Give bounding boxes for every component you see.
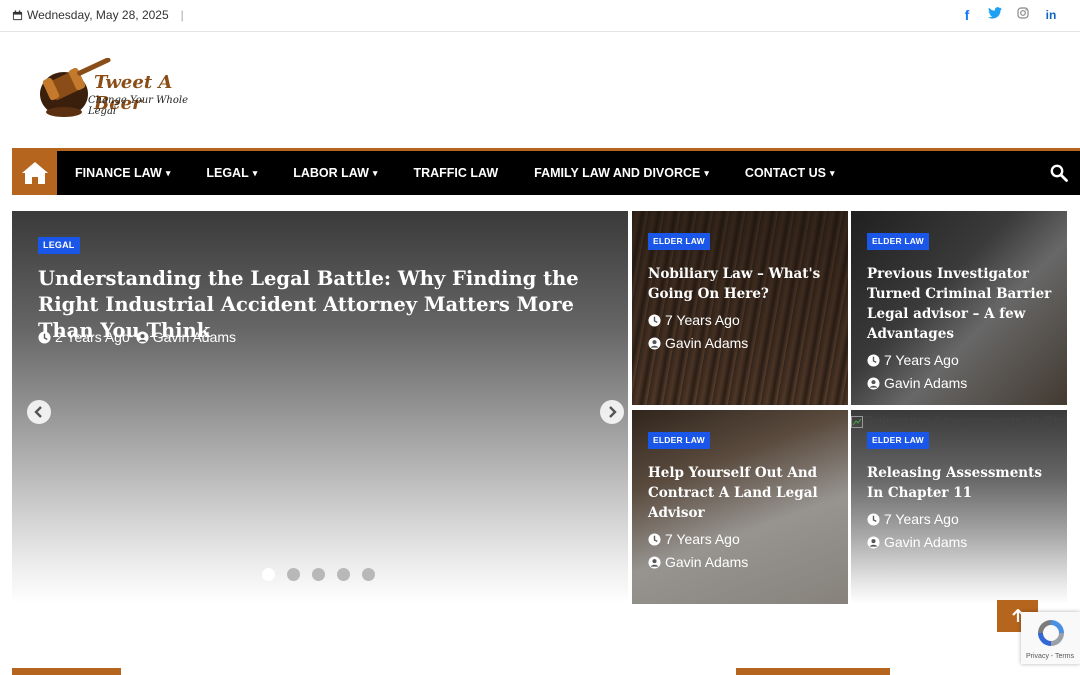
linkedin-icon[interactable]: in: [1044, 7, 1058, 23]
nav-menu: FINANCE LAW ▾ LEGAL ▾ LABOR LAW ▾ TRAFFI…: [75, 151, 870, 195]
calendar-icon: [12, 9, 23, 20]
user-icon: [867, 376, 880, 390]
slider-prev-button[interactable]: [27, 400, 51, 424]
user-icon: [648, 336, 661, 350]
nav-item-contact-us[interactable]: CONTACT US ▾: [745, 166, 835, 180]
clock-icon: [648, 532, 661, 546]
chevron-down-icon: ▾: [704, 167, 709, 178]
post-card[interactable]: Releasing Assessments In Chapter 11 ELDE…: [851, 410, 1067, 604]
post-time-text: 7 Years Ago: [884, 352, 959, 368]
post-time: 2 Years Ago: [38, 329, 130, 345]
clock-icon: [648, 313, 661, 327]
post-author-text: Gavin Adams: [884, 534, 968, 550]
post-author-text: Gavin Adams: [665, 554, 749, 570]
search-icon: [1050, 164, 1068, 182]
post-time-text: 7 Years Ago: [884, 511, 959, 527]
slider-dot[interactable]: [262, 568, 275, 581]
slider-next-button[interactable]: [600, 400, 624, 424]
chevron-down-icon: ▾: [165, 167, 171, 178]
user-icon: [136, 330, 149, 344]
recaptcha-icon: [1038, 620, 1064, 646]
date-separator: |: [180, 8, 184, 22]
post-time-text: 7 Years Ago: [665, 531, 740, 547]
post-author[interactable]: Gavin Adams: [648, 554, 748, 570]
chevron-left-icon: [34, 406, 42, 418]
instagram-icon[interactable]: [1016, 7, 1030, 23]
post-card-title[interactable]: Previous Investigator Turned Criminal Ba…: [867, 264, 1057, 344]
category-badge[interactable]: LEGAL: [38, 237, 80, 254]
slide-meta: 2 Years Ago Gavin Adams: [38, 329, 236, 345]
featured-slider[interactable]: LEGAL Understanding the Legal Battle: Wh…: [12, 211, 628, 604]
nav-item-label: CONTACT US: [744, 166, 826, 180]
category-badge[interactable]: ELDER LAW: [867, 432, 929, 449]
nav-item-label: LABOR LAW: [293, 166, 369, 180]
post-author[interactable]: Gavin Adams: [867, 534, 967, 550]
current-date: Wednesday, May 28, 2025: [27, 8, 169, 22]
post-author-text: Gavin Adams: [665, 335, 749, 351]
main-navigation: FINANCE LAW ▾ LEGAL ▾ LABOR LAW ▾ TRAFFI…: [12, 148, 1080, 195]
clock-icon: [867, 353, 880, 367]
search-button[interactable]: [1050, 164, 1068, 182]
home-icon: [21, 162, 48, 184]
broken-image-icon: [851, 416, 863, 429]
clock-icon: [38, 330, 51, 344]
post-time: 7 Years Ago: [648, 312, 740, 328]
post-card[interactable]: ELDER LAW Previous Investigator Turned C…: [851, 211, 1067, 405]
broken-image-alt: Releasing Assessments In Chapter 11: [851, 412, 1067, 432]
post-time: 7 Years Ago: [867, 511, 959, 527]
broken-image-alt-text: Releasing Assessments In Chapter 11: [863, 413, 1067, 430]
nav-item-traffic-law[interactable]: TRAFFIC LAW: [413, 166, 498, 180]
slider-pagination: [262, 568, 375, 581]
brand-tagline: Change Your Whole Legal: [88, 95, 188, 117]
nav-item-label: FINANCE LAW: [75, 166, 162, 180]
top-bar: Wednesday, May 28, 2025 | f in: [0, 0, 1080, 32]
clock-icon: [867, 512, 880, 526]
section-heading-bar: [736, 668, 890, 675]
chevron-right-icon: [609, 406, 617, 418]
nav-item-labor-law[interactable]: LABOR LAW ▾: [293, 166, 377, 180]
post-author[interactable]: Gavin Adams: [136, 329, 236, 345]
nav-item-label: FAMILY LAW AND DIVORCE: [534, 166, 701, 180]
date-display: Wednesday, May 28, 2025 |: [12, 8, 184, 22]
chevron-down-icon: ▾: [372, 167, 378, 178]
nav-item-family-law-and-divorce[interactable]: FAMILY LAW AND DIVORCE ▾: [534, 166, 709, 180]
chevron-down-icon: ▾: [252, 167, 258, 178]
nav-item-label: LEGAL: [206, 166, 249, 180]
recaptcha-links[interactable]: Privacy - Terms: [1026, 653, 1074, 660]
post-time: 7 Years Ago: [867, 352, 959, 368]
post-time-text: 2 Years Ago: [55, 329, 130, 345]
post-card-title[interactable]: Releasing Assessments In Chapter 11: [867, 463, 1057, 503]
category-badge[interactable]: ELDER LAW: [648, 233, 710, 250]
chevron-down-icon: ▾: [829, 167, 835, 178]
nav-item-finance-law[interactable]: FINANCE LAW ▾: [75, 166, 170, 180]
slider-dot[interactable]: [337, 568, 350, 581]
facebook-icon[interactable]: f: [960, 7, 974, 23]
post-time: 7 Years Ago: [648, 531, 740, 547]
site-logo[interactable]: Tweet A Beer Change Your Whole Legal: [36, 58, 216, 122]
post-card-title[interactable]: Help Yourself Out And Contract A Land Le…: [648, 463, 838, 523]
category-badge[interactable]: ELDER LAW: [867, 233, 929, 250]
post-time-text: 7 Years Ago: [665, 312, 740, 328]
user-icon: [648, 555, 661, 569]
user-icon: [867, 535, 880, 549]
twitter-icon[interactable]: [988, 7, 1002, 23]
nav-item-legal[interactable]: LEGAL ▾: [206, 166, 257, 180]
slider-dot[interactable]: [312, 568, 325, 581]
section-heading-bar: [12, 668, 121, 675]
post-author[interactable]: Gavin Adams: [648, 335, 748, 351]
post-author[interactable]: Gavin Adams: [867, 375, 967, 391]
post-card-title[interactable]: Nobiliary Law – What's Going On Here?: [648, 264, 838, 304]
social-links: f in: [960, 7, 1058, 23]
slider-dot[interactable]: [287, 568, 300, 581]
post-author-text: Gavin Adams: [884, 375, 968, 391]
category-badge[interactable]: ELDER LAW: [648, 432, 710, 449]
nav-item-label: TRAFFIC LAW: [413, 166, 499, 180]
post-card[interactable]: ELDER LAW Nobiliary Law – What's Going O…: [632, 211, 848, 405]
home-button[interactable]: [12, 151, 57, 195]
recaptcha-badge[interactable]: Privacy - Terms: [1021, 612, 1080, 664]
slider-dot[interactable]: [362, 568, 375, 581]
post-card[interactable]: ELDER LAW Help Yourself Out And Contract…: [632, 410, 848, 604]
post-author-text: Gavin Adams: [152, 329, 237, 345]
